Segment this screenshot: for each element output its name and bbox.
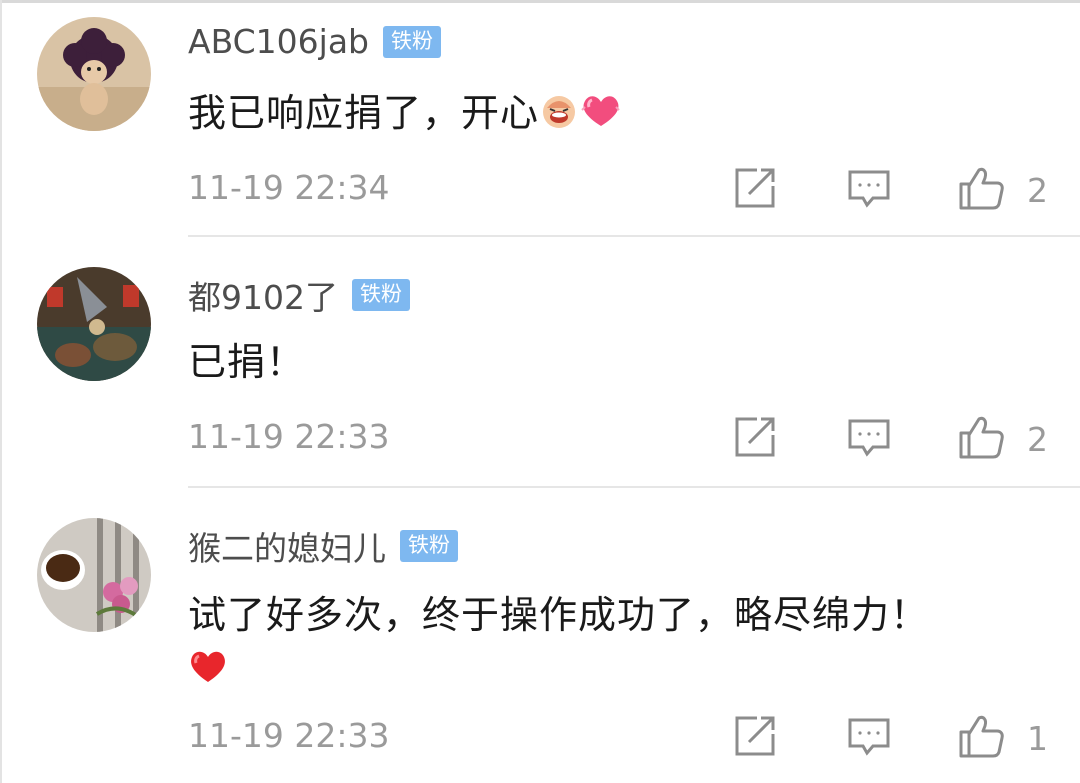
thumbs-up-icon <box>957 712 1005 764</box>
fan-badge: 铁粉 <box>351 279 410 311</box>
repost-button[interactable] <box>733 714 777 762</box>
comment-icon <box>847 415 891 463</box>
heart-emoji <box>579 90 623 142</box>
comment-text: 已捐！ <box>188 340 306 384</box>
comment-text-body: 试了好多次，终于操作成功了，略尽绵力！ <box>188 593 930 637</box>
avatar[interactable] <box>37 267 151 381</box>
comment-item: 都9102了 铁粉 已捐！ 11-19 22:33 2 <box>0 237 1080 487</box>
username[interactable]: ABC106jab <box>188 22 369 61</box>
comment-actions: 2 <box>0 166 1080 214</box>
comment-icon <box>847 714 891 762</box>
repost-icon <box>733 714 777 762</box>
fan-badge: 铁粉 <box>383 25 442 58</box>
avatar[interactable] <box>37 518 151 632</box>
like-button[interactable]: 2 <box>957 166 1048 214</box>
comment-actions: 2 <box>0 415 1080 463</box>
comment-item: ABC106jab 铁粉 我已响应捐了，开心 11-19 22:34 2 <box>0 0 1080 236</box>
like-count: 2 <box>1027 419 1048 459</box>
username[interactable]: 猴二的媳妇儿 <box>188 522 386 570</box>
laughing-face-emoji <box>539 90 579 142</box>
username[interactable]: 都9102了 <box>188 271 338 319</box>
like-count: 1 <box>1027 718 1048 758</box>
fan-badge: 铁粉 <box>400 530 458 562</box>
like-count: 2 <box>1027 170 1048 210</box>
comment-text-body: 我已响应捐了，开心 <box>188 91 540 135</box>
repost-button[interactable] <box>733 166 777 214</box>
comment-text: 我已响应捐了，开心 <box>188 88 1048 142</box>
reply-button[interactable] <box>847 714 891 762</box>
thumbs-up-icon <box>957 413 1005 465</box>
red-heart-emoji <box>188 645 228 700</box>
thumbs-up-icon <box>957 164 1005 216</box>
repost-icon <box>733 166 777 214</box>
avatar[interactable] <box>37 17 151 131</box>
comment-text: 试了好多次，终于操作成功了，略尽绵力！ <box>188 588 1048 700</box>
like-button[interactable]: 1 <box>957 714 1048 762</box>
reply-button[interactable] <box>847 415 891 463</box>
comment-actions: 1 <box>0 714 1080 762</box>
repost-button[interactable] <box>733 415 777 463</box>
like-button[interactable]: 2 <box>957 415 1048 463</box>
comment-icon <box>847 166 891 214</box>
repost-icon <box>733 415 777 463</box>
comment-item: 猴二的媳妇儿 铁粉 试了好多次，终于操作成功了，略尽绵力！ 11-19 22:3… <box>0 488 1080 783</box>
reply-button[interactable] <box>847 166 891 214</box>
